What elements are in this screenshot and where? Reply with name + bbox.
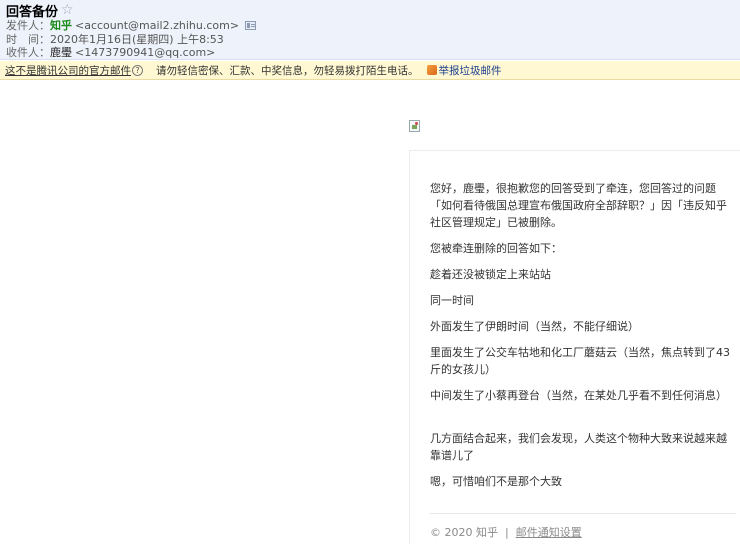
mail-footer: © 2020 知乎 | 邮件通知设置 [430, 524, 582, 540]
copyright-text: © 2020 知乎 [430, 526, 498, 539]
receiver-row: 收件人： 鹿璺 <1473790941@qq.com> [6, 44, 216, 60]
footer-divider [430, 513, 736, 514]
report-spam-link[interactable]: 举报垃圾邮件 [439, 63, 502, 78]
not-official-notice[interactable]: 这不是腾讯公司的官方邮件 [5, 63, 131, 78]
greeting-paragraph: 您好，鹿璺，很抱歉您的回答受到了牵连，您回答过的问题「如何看待俄国总理宣布俄国政… [430, 182, 727, 229]
receiver-address: <1473790941@qq.com> [75, 45, 216, 59]
sender-address: <account@mail2.zhihu.com> [75, 18, 240, 32]
conclusion-line: 几方面结合起来，我们会发现，人类这个物种大致来说越来越靠谱儿了 [430, 432, 727, 462]
to-label: 收件人： [6, 46, 50, 59]
card-left-edge [409, 150, 410, 544]
broken-image-icon [409, 120, 420, 132]
mail-body: 您好，鹿璺，很抱歉您的回答受到了牵连，您回答过的问题「如何看待俄国总理宣布俄国政… [430, 180, 736, 499]
answer-line: 同一时间 [430, 294, 474, 307]
sender-row: 发件人： 知乎 <account@mail2.zhihu.com> [6, 18, 257, 32]
intro-paragraph: 您被牵连删除的回答如下： [430, 242, 562, 255]
receiver-name[interactable]: 鹿璺 [50, 44, 72, 60]
notification-settings-link[interactable]: 邮件通知设置 [516, 526, 582, 539]
answer-line: 外面发生了伊朗时间（当然，不能仔细说） [430, 320, 639, 333]
conclusion-line: 嗯，可惜咱们不是那个大致 [430, 475, 562, 488]
help-icon[interactable]: ? [132, 64, 143, 76]
answer-line: 趁着还没被锁定上来站站 [430, 268, 551, 281]
mail-header: 回答备份 ☆ 发件人： 知乎 <account@mail2.zhihu.com>… [0, 0, 740, 60]
card-divider [409, 150, 740, 151]
footer-separator: | [505, 526, 509, 539]
security-tip: 请勿轻信密保、汇款、中奖信息，勿轻易拨打陌生电话。 [156, 64, 419, 77]
security-warning-bar: 这不是腾讯公司的官方邮件 ? 请勿轻信密保、汇款、中奖信息，勿轻易拨打陌生电话。… [0, 61, 740, 80]
contact-card-icon[interactable] [245, 20, 257, 30]
report-icon [426, 65, 437, 75]
answer-line: 中间发生了小蔡再登台（当然，在某处几乎看不到任何消息） [430, 389, 727, 402]
answer-line: 里面发生了公交车牯地和化工厂蘑菇云（当然，焦点转到了43斤的女孩儿） [430, 346, 730, 376]
star-icon[interactable]: ☆ [61, 3, 74, 17]
